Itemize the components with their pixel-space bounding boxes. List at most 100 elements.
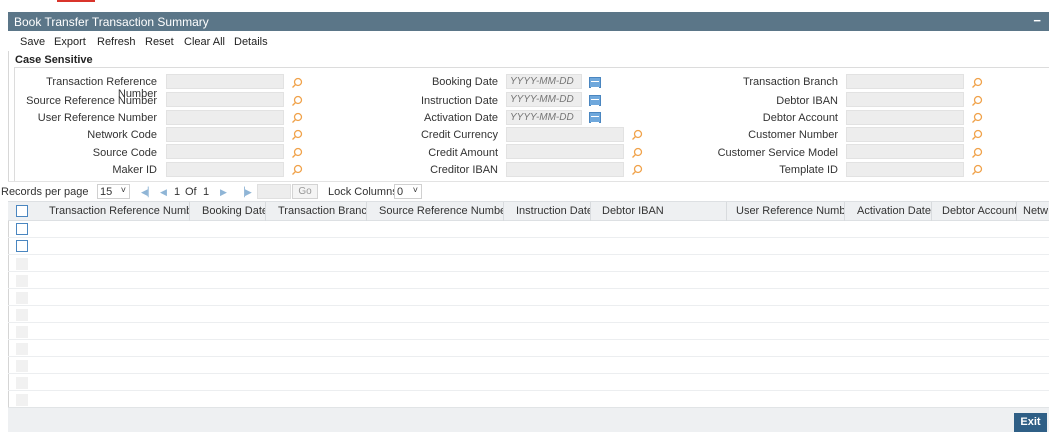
page-number-input[interactable] <box>257 184 291 199</box>
exit-button[interactable]: Exit <box>1014 413 1047 432</box>
row-selector <box>16 360 28 372</box>
column-header-debtor-iban[interactable]: Debtor IBAN <box>595 202 727 221</box>
debtor-iban-label: Debtor IBAN <box>776 95 838 107</box>
details-button[interactable]: Details <box>234 36 268 48</box>
records-per-page-select[interactable]: 15 ˅ <box>97 184 130 199</box>
search-icon[interactable] <box>291 77 303 89</box>
search-icon[interactable] <box>971 77 983 89</box>
chevron-down-icon: ˅ <box>412 185 418 195</box>
row-checkbox[interactable] <box>16 240 28 252</box>
search-icon[interactable] <box>291 95 303 107</box>
toolbar: Save Export Refresh Reset Clear All Deta… <box>8 31 1049 51</box>
refresh-button[interactable]: Refresh <box>97 36 136 48</box>
lock-columns-select[interactable]: 0 ˅ <box>394 184 422 199</box>
top-accent-mark <box>57 0 95 2</box>
search-icon[interactable] <box>971 112 983 124</box>
minimize-button[interactable]: − <box>1033 13 1041 28</box>
row-selector <box>16 292 28 304</box>
search-icon[interactable] <box>971 95 983 107</box>
column-header-activation-date[interactable]: Activation Date <box>850 202 932 221</box>
lock-columns-label: Lock Columns <box>328 186 398 198</box>
reset-button[interactable]: Reset <box>145 36 174 48</box>
case-sensitive-label: Case Sensitive <box>15 54 93 66</box>
transaction-branch-input[interactable] <box>846 74 964 89</box>
footer-bar: Exit <box>8 407 1049 432</box>
first-page-icon[interactable]: ◀▏ <box>141 187 155 198</box>
activation-date-label: Activation Date <box>424 112 498 124</box>
results-grid: Transaction Reference Number Booking Dat… <box>8 201 1049 407</box>
search-icon[interactable] <box>971 129 983 141</box>
save-button[interactable]: Save <box>20 36 45 48</box>
clear-all-button[interactable]: Clear All <box>184 36 225 48</box>
booking-date-label: Booking Date <box>431 76 498 88</box>
window-titlebar: Book Transfer Transaction Summary − <box>8 12 1049 31</box>
network-code-input[interactable] <box>166 127 284 142</box>
window-title: Book Transfer Transaction Summary <box>14 15 209 29</box>
search-icon[interactable] <box>291 112 303 124</box>
search-icon[interactable] <box>291 147 303 159</box>
row-selector <box>16 326 28 338</box>
activation-date-input[interactable] <box>506 110 582 125</box>
column-header-source-reference-number[interactable]: Source Reference Number <box>372 202 504 221</box>
go-button[interactable]: Go <box>292 184 318 199</box>
booking-date-input[interactable] <box>506 74 582 89</box>
total-pages-number: 1 <box>203 186 210 198</box>
search-icon[interactable] <box>631 147 643 159</box>
table-row <box>8 306 1049 323</box>
column-header-network[interactable]: Netw <box>1016 202 1049 221</box>
row-checkbox[interactable] <box>16 223 28 235</box>
transaction-branch-label: Transaction Branch <box>743 76 838 88</box>
customer-number-input[interactable] <box>846 127 964 142</box>
previous-page-icon[interactable]: ◀ <box>160 187 167 198</box>
customer-service-model-input[interactable] <box>846 144 964 159</box>
credit-currency-input[interactable] <box>506 127 624 142</box>
column-header-transaction-branch[interactable]: Transaction Branch <box>271 202 367 221</box>
calendar-icon[interactable] <box>589 95 601 106</box>
source-reference-number-input[interactable] <box>166 92 284 107</box>
template-id-label: Template ID <box>779 164 838 176</box>
column-header-debtor-account[interactable]: Debtor Account <box>935 202 1017 221</box>
table-row <box>8 272 1049 289</box>
network-code-label: Network Code <box>87 129 157 141</box>
source-reference-number-label: Source Reference Number <box>26 95 157 107</box>
source-code-label: Source Code <box>92 147 157 159</box>
select-all-checkbox[interactable] <box>16 205 28 217</box>
table-row <box>8 391 1049 406</box>
search-icon[interactable] <box>291 129 303 141</box>
debtor-account-label: Debtor Account <box>762 112 838 124</box>
search-icon[interactable] <box>971 164 983 176</box>
credit-amount-input[interactable] <box>506 144 624 159</box>
search-icon[interactable] <box>971 147 983 159</box>
customer-service-model-label: Customer Service Model <box>717 147 838 159</box>
last-page-icon[interactable]: ▕▶ <box>238 187 252 198</box>
calendar-icon[interactable] <box>589 112 601 123</box>
template-id-input[interactable] <box>846 162 964 177</box>
creditor-iban-input[interactable] <box>506 162 624 177</box>
table-row <box>8 357 1049 374</box>
search-icon[interactable] <box>631 164 643 176</box>
debtor-account-input[interactable] <box>846 110 964 125</box>
chevron-down-icon: ˅ <box>120 185 126 195</box>
calendar-icon[interactable] <box>589 77 601 88</box>
creditor-iban-label: Creditor IBAN <box>430 164 498 176</box>
row-selector <box>16 309 28 321</box>
debtor-iban-input[interactable] <box>846 92 964 107</box>
row-selector <box>16 394 28 406</box>
transaction-reference-number-input[interactable] <box>166 74 284 89</box>
maker-id-label: Maker ID <box>112 164 157 176</box>
instruction-date-input[interactable] <box>506 92 582 107</box>
maker-id-input[interactable] <box>166 162 284 177</box>
column-header-transaction-reference-number[interactable]: Transaction Reference Number <box>42 202 190 221</box>
column-header-booking-date[interactable]: Booking Date <box>195 202 266 221</box>
search-icon[interactable] <box>631 129 643 141</box>
table-row <box>8 255 1049 272</box>
source-code-input[interactable] <box>166 144 284 159</box>
column-header-user-reference-number[interactable]: User Reference Number <box>729 202 845 221</box>
export-button[interactable]: Export <box>54 36 86 48</box>
user-reference-number-input[interactable] <box>166 110 284 125</box>
column-header-instruction-date[interactable]: Instruction Date <box>509 202 591 221</box>
search-icon[interactable] <box>291 164 303 176</box>
row-selector <box>16 275 28 287</box>
next-page-icon[interactable]: ▶ <box>220 187 227 198</box>
table-row <box>8 289 1049 306</box>
